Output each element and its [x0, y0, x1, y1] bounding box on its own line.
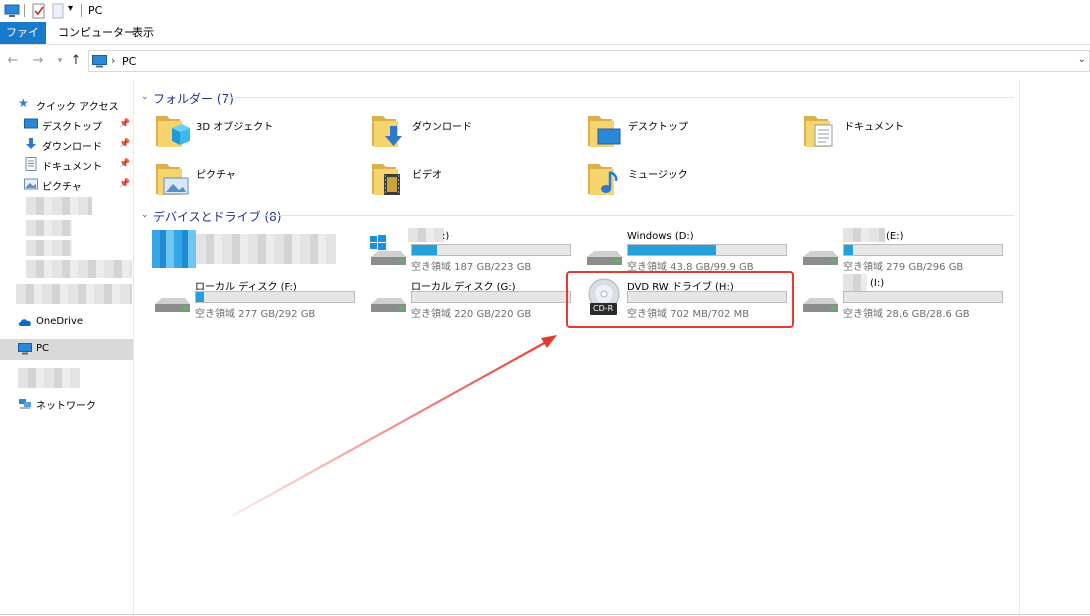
arrow-head: [541, 335, 557, 348]
status-bar-divider: [0, 614, 1090, 615]
arrow-shaft: [231, 340, 549, 517]
file-explorer-window: ▾ PC ファイル コンピューター 表示 ← → ▾ ↑ › PC ⌄ ★ クイ…: [0, 0, 1090, 616]
annotation-arrow: [231, 335, 557, 517]
content-edge: [1019, 80, 1020, 616]
